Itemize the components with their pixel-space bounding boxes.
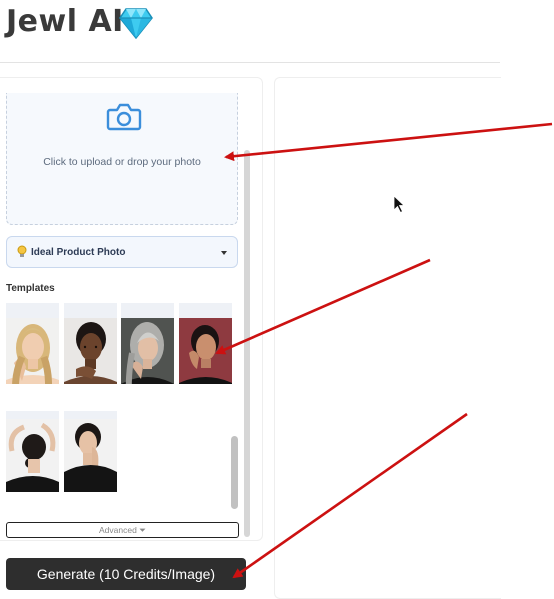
template-woman-hand-on-neck[interactable]: [64, 411, 117, 492]
templates-heading: Templates: [6, 283, 55, 294]
advanced-toggle[interactable]: Advanced ⏷: [6, 522, 239, 538]
header-divider: [0, 62, 500, 63]
chevron-down-icon: [221, 251, 227, 255]
template-dark-skin-woman-image: [64, 303, 117, 384]
template-grey-hair-woman[interactable]: [121, 303, 174, 384]
template-blonde-woman[interactable]: [6, 303, 59, 384]
template-woman-arms-raised-image: [6, 411, 59, 492]
style-select-value: Ideal Product Photo: [31, 247, 126, 258]
template-woman-red-background[interactable]: [179, 303, 232, 384]
style-select[interactable]: Ideal Product Photo: [6, 236, 238, 268]
template-woman-hand-on-neck-image: [64, 411, 117, 492]
generate-button[interactable]: Generate (10 Credits/Image): [6, 558, 246, 590]
template-blonde-woman-image: [6, 303, 59, 384]
app-title: Jewl AI: [6, 4, 124, 39]
upload-instruction: Click to upload or drop your photo: [43, 156, 201, 168]
photo-upload-dropzone[interactable]: Click to upload or drop your photo: [6, 93, 238, 225]
template-woman-red-background-image: [179, 303, 232, 384]
template-grey-hair-woman-image: [121, 303, 174, 384]
camera-icon: [106, 103, 142, 131]
template-woman-arms-raised[interactable]: [6, 411, 59, 492]
template-dark-skin-woman[interactable]: [64, 303, 117, 384]
panel-scrollbar[interactable]: [244, 150, 250, 537]
preview-panel: [274, 77, 501, 599]
lightbulb-icon: [17, 245, 27, 257]
gem-icon: [119, 8, 153, 39]
templates-scrollbar[interactable]: [231, 436, 238, 509]
advanced-label: Advanced ⏷: [99, 525, 146, 535]
